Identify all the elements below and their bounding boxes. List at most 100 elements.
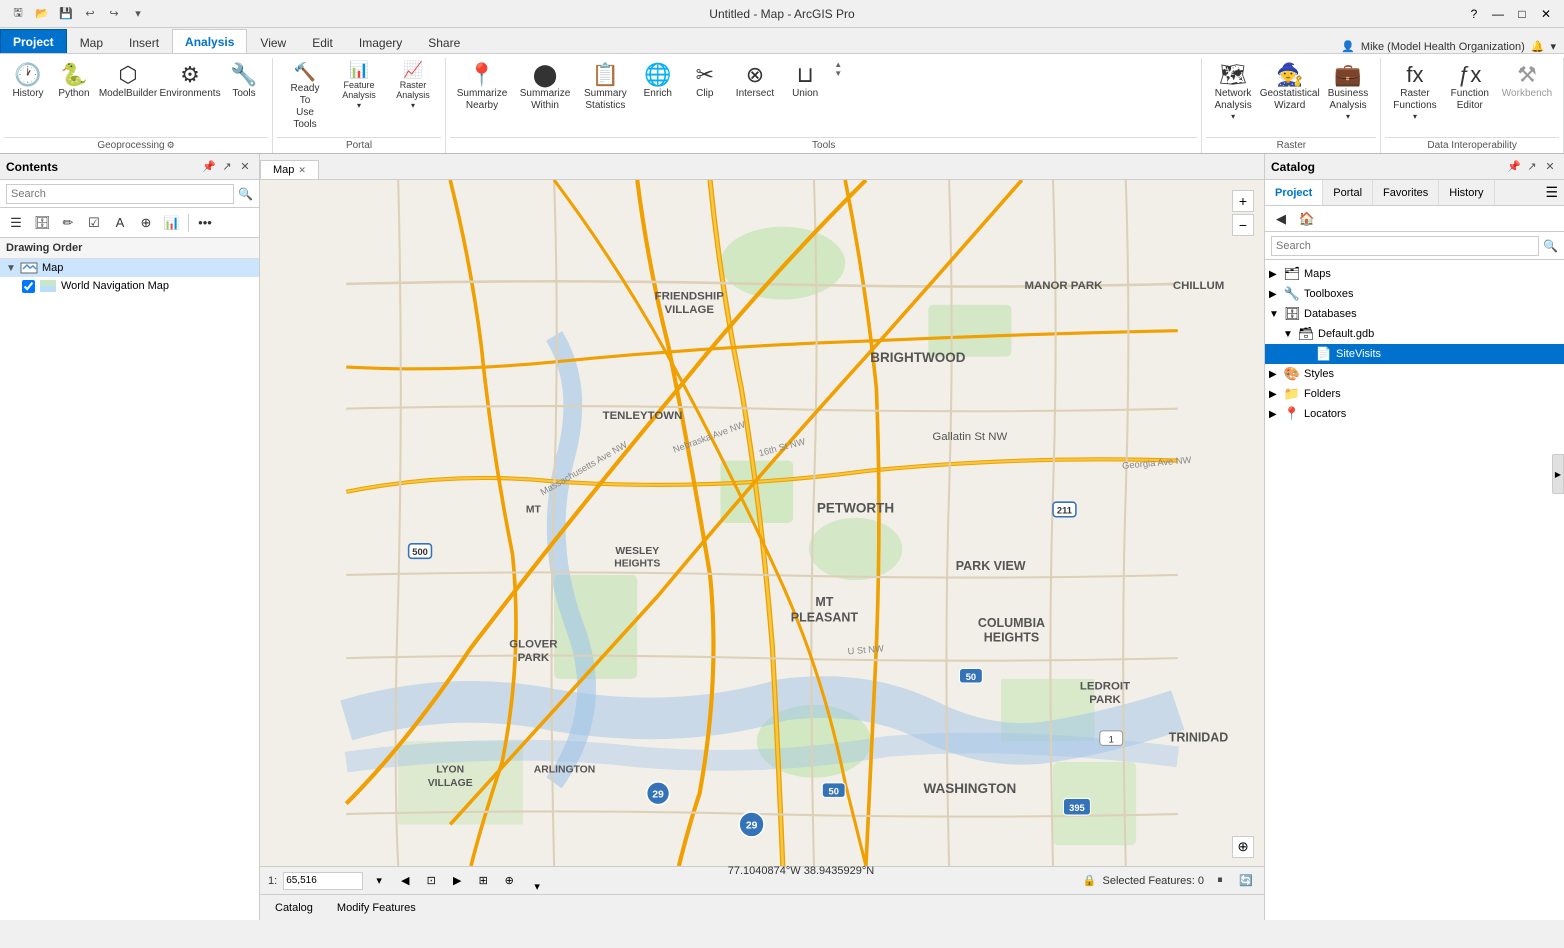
list-by-data-source-btn[interactable]: 🗄 — [30, 212, 54, 234]
catalog-home-btn[interactable]: 🏠 — [1295, 208, 1319, 230]
tree-item-toolboxes[interactable]: ▶ 🔧 Toolboxes — [1265, 284, 1564, 304]
modify-features-tab[interactable]: Modify Features — [326, 898, 427, 918]
modelbuilder-button[interactable]: ⬡ ModelBuilder — [98, 60, 158, 104]
tab-project[interactable]: Project — [0, 29, 67, 53]
tree-item-locators[interactable]: ▶ 📍 Locators — [1265, 404, 1564, 424]
contents-pin-btn[interactable]: 📌 — [201, 159, 217, 175]
catalog-search-input[interactable] — [1271, 236, 1539, 256]
history-button[interactable]: 🕐 History — [6, 60, 50, 104]
styles-expand-icon[interactable]: ▶ — [1269, 369, 1283, 380]
list-by-charts-btn[interactable]: 📊 — [160, 212, 184, 234]
summarize-within-button[interactable]: ⬤ SummarizeWithin — [515, 60, 575, 116]
minimize-btn[interactable]: — — [1488, 4, 1508, 24]
maps-expand-icon[interactable]: ▶ — [1269, 269, 1283, 280]
enrich-button[interactable]: 🌐 Enrich — [636, 60, 680, 104]
python-button[interactable]: 🐍 Python — [52, 60, 96, 104]
locator-btn[interactable]: ⊕ — [499, 871, 519, 891]
raster-analysis-button[interactable]: 📈 RasterAnalysis ▾ — [387, 60, 439, 113]
catalog-tab-portal[interactable]: Portal — [1323, 180, 1373, 205]
world-nav-checkbox[interactable] — [22, 280, 35, 293]
tab-view[interactable]: View — [247, 31, 299, 53]
open-btn[interactable]: 📂 — [32, 4, 52, 24]
nav-left-btn[interactable]: ◀ — [395, 871, 415, 891]
locators-expand-icon[interactable]: ▶ — [1269, 409, 1283, 420]
nav-extent-btn[interactable]: ⊡ — [421, 871, 441, 891]
layer-item-map[interactable]: ▼ Map — [0, 259, 259, 277]
pause-btn[interactable]: ⏸ — [1210, 871, 1230, 891]
scale-dropdown-btn[interactable]: ▾ — [369, 871, 389, 891]
tab-insert[interactable]: Insert — [116, 31, 172, 53]
redo-btn[interactable]: ↪ — [104, 4, 124, 24]
folders-expand-icon[interactable]: ▶ — [1269, 389, 1283, 400]
scroll-arrows-btn[interactable]: ⊕ — [1232, 836, 1254, 858]
network-analysis-button[interactable]: 🗺 NetworkAnalysis ▾ — [1208, 60, 1257, 126]
intersect-button[interactable]: ⊗ Intersect — [730, 60, 780, 104]
notification-bell[interactable]: 🔔 — [1531, 40, 1545, 53]
feature-analysis-button[interactable]: 📊 FeatureAnalysis ▾ — [333, 60, 385, 113]
new-btn[interactable]: 💾 — [56, 4, 76, 24]
raster-functions-button[interactable]: fx RasterFunctions ▾ — [1387, 60, 1442, 126]
catalog-undock-btn[interactable]: ↗ — [1524, 159, 1540, 175]
catalog-search-icon[interactable]: 🔍 — [1543, 239, 1558, 253]
ready-to-use-button[interactable]: 🔨 Ready ToUse Tools — [279, 60, 331, 134]
tab-map[interactable]: Map — [67, 31, 116, 53]
map-canvas[interactable]: 29 29 50 50 395 500 211 — [260, 180, 1264, 866]
clip-button[interactable]: ✂ Clip — [683, 60, 727, 104]
close-btn[interactable]: ✕ — [1536, 4, 1556, 24]
list-by-editing-status-btn[interactable]: ✏ — [56, 212, 80, 234]
tools-scroll[interactable]: ▲ ▼ — [830, 60, 846, 78]
list-by-drawing-order-btn[interactable]: ☰ — [4, 212, 28, 234]
tab-edit[interactable]: Edit — [299, 31, 346, 53]
tree-item-styles[interactable]: ▶ 🎨 Styles — [1265, 364, 1564, 384]
summarize-nearby-button[interactable]: 📍 SummarizeNearby — [452, 60, 512, 116]
zoom-in-btn[interactable]: + — [1232, 190, 1254, 212]
zoom-out-btn[interactable]: − — [1232, 214, 1254, 236]
list-by-labeling-btn[interactable]: A — [108, 212, 132, 234]
contents-more-btn[interactable]: ••• — [193, 212, 217, 234]
workbench-button[interactable]: ⚒ Workbench — [1497, 60, 1557, 104]
default-gdb-expand-icon[interactable]: ▼ — [1283, 329, 1297, 340]
map-tab[interactable]: Map ✕ — [260, 160, 319, 179]
contents-close-btn[interactable]: ✕ — [237, 159, 253, 175]
catalog-tab-project[interactable]: Project — [1265, 180, 1323, 205]
business-analysis-button[interactable]: 💼 BusinessAnalysis ▾ — [1322, 60, 1375, 126]
tree-item-default-gdb[interactable]: ▼ 🗃 Default.gdb — [1265, 324, 1564, 344]
summary-statistics-button[interactable]: 📋 SummaryStatistics — [578, 60, 633, 116]
maximize-btn[interactable]: □ — [1512, 4, 1532, 24]
tab-analysis[interactable]: Analysis — [172, 29, 247, 53]
save-btn[interactable]: 🖫 — [8, 4, 28, 24]
chevron-down-icon[interactable]: ▾ — [1550, 40, 1556, 53]
undo-btn[interactable]: ↩ — [80, 4, 100, 24]
tab-imagery[interactable]: Imagery — [346, 31, 415, 53]
scale-input[interactable] — [283, 872, 363, 890]
layer-item-world-nav[interactable]: World Navigation Map — [0, 277, 259, 295]
contents-search-icon[interactable]: 🔍 — [238, 187, 253, 201]
tree-item-maps[interactable]: ▶ 🗂 Maps — [1265, 264, 1564, 284]
tree-item-folders[interactable]: ▶ 📁 Folders — [1265, 384, 1564, 404]
catalog-bottom-tab[interactable]: Catalog — [264, 898, 324, 918]
refresh-btn[interactable]: 🔄 — [1236, 871, 1256, 891]
union-button[interactable]: ⊔ Union — [783, 60, 827, 104]
help-btn[interactable]: ? — [1464, 4, 1484, 24]
catalog-tab-favorites[interactable]: Favorites — [1373, 180, 1439, 205]
databases-expand-icon[interactable]: ▼ — [1269, 309, 1283, 320]
tree-item-sitevisits[interactable]: 📄 SiteVisits — [1265, 344, 1564, 364]
list-by-selection-btn[interactable]: ☑ — [82, 212, 106, 234]
tree-item-databases[interactable]: ▼ 🗄 Databases — [1265, 304, 1564, 324]
quick-access-more[interactable]: ▾ — [128, 4, 148, 24]
map-expand-icon[interactable]: ▼ — [6, 263, 20, 274]
contents-undock-btn[interactable]: ↗ — [219, 159, 235, 175]
map-tab-close-btn[interactable]: ✕ — [298, 165, 306, 176]
function-editor-button[interactable]: ƒx FunctionEditor — [1445, 60, 1495, 116]
nav-right-btn[interactable]: ▶ — [447, 871, 467, 891]
list-by-snap-status-btn[interactable]: ⊕ — [134, 212, 158, 234]
catalog-collapse-btn[interactable]: ▶ — [1552, 454, 1564, 494]
settings-icon[interactable]: ⚙ — [167, 140, 175, 151]
toolboxes-expand-icon[interactable]: ▶ — [1269, 289, 1283, 300]
catalog-menu-btn[interactable]: ☰ — [1539, 180, 1564, 205]
tab-share[interactable]: Share — [415, 31, 473, 53]
contents-search-input[interactable] — [6, 184, 234, 204]
catalog-pin-btn[interactable]: 📌 — [1506, 159, 1522, 175]
geostatistical-wizard-button[interactable]: 🧙 GeostatisticalWizard — [1260, 60, 1320, 116]
tools-button[interactable]: 🔧 Tools — [222, 60, 266, 104]
